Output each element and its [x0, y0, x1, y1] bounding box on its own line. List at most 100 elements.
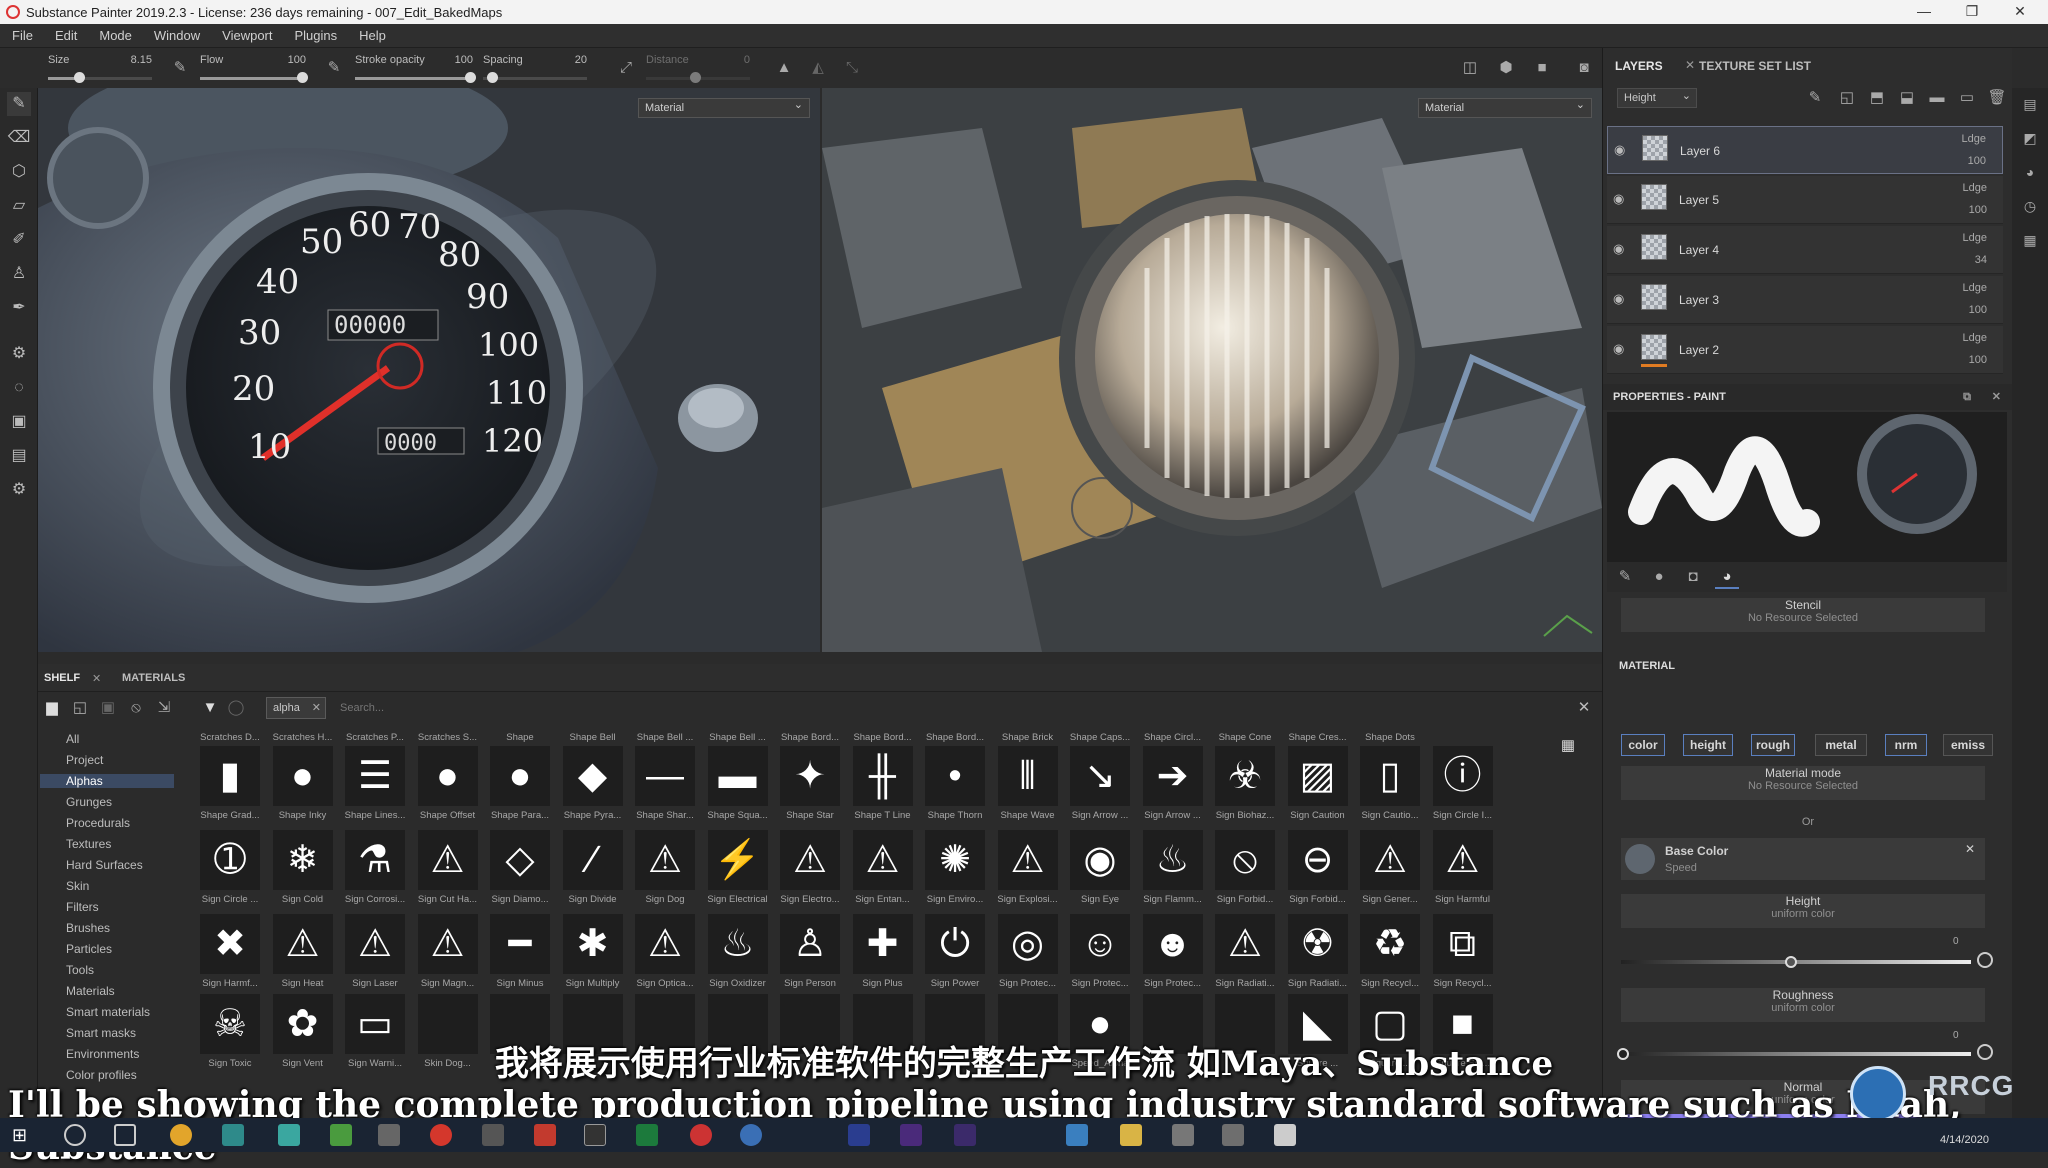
- filter-tag-alpha[interactable]: alpha ✕: [266, 697, 326, 719]
- shelf-item[interactable]: ◎ Sign Protec...: [994, 914, 1062, 998]
- shelf-item[interactable]: ➔ Sign Arrow ...: [1139, 746, 1207, 830]
- shelf-item[interactable]: ● Shape Offset: [414, 746, 482, 830]
- shelf-item[interactable]: ⚠ Sign Gener...: [1356, 830, 1424, 914]
- export-icon[interactable]: ▤: [7, 444, 31, 468]
- app-icon[interactable]: [1066, 1124, 1088, 1146]
- height-value[interactable]: 0: [1953, 936, 1959, 947]
- size-value[interactable]: 8.15: [131, 54, 152, 66]
- shelf-item[interactable]: ◇ Sign Diamo...: [486, 830, 554, 914]
- height-section[interactable]: Height uniform color: [1621, 894, 1985, 928]
- blend-mode[interactable]: Ldge: [1963, 232, 1987, 244]
- shelf-item[interactable]: • Shape Thorn: [921, 746, 989, 830]
- photoshop-export-icon[interactable]: ▣: [7, 410, 31, 434]
- remove-filter-icon[interactable]: ✕: [312, 698, 321, 718]
- size-slider[interactable]: Size 8.15: [48, 52, 152, 84]
- projection-icon[interactable]: ⬡: [7, 160, 31, 184]
- visibility-eye-icon[interactable]: ◉: [1613, 240, 1631, 258]
- tab-materials[interactable]: MATERIALS: [122, 672, 185, 684]
- polygon-fill-icon[interactable]: ▱: [7, 194, 31, 218]
- clear-resource-icon[interactable]: ✕: [1965, 842, 1975, 856]
- channel-height-button[interactable]: height: [1683, 734, 1733, 756]
- delete-item-icon[interactable]: ▣: [96, 696, 120, 720]
- shelf-item[interactable]: ↘ Sign Arrow ...: [1066, 746, 1134, 830]
- distance-slider[interactable]: Distance 0: [646, 52, 750, 84]
- shelf-item[interactable]: ▯ Sign Cautio...: [1356, 746, 1424, 830]
- import-icon[interactable]: ⇲: [152, 696, 176, 720]
- channel-select[interactable]: Height ⌄: [1617, 88, 1697, 108]
- category-skin[interactable]: Skin: [66, 879, 89, 893]
- paint-brush-icon[interactable]: ✎: [7, 92, 31, 116]
- shelf-item[interactable]: ⚠ Sign Laser: [341, 914, 409, 998]
- texture-set-icon[interactable]: ◩: [2020, 128, 2040, 148]
- category-materials[interactable]: Materials: [66, 984, 115, 998]
- channel-nrm-button[interactable]: nrm: [1885, 734, 1927, 756]
- file-explorer-icon[interactable]: [1120, 1124, 1142, 1146]
- bake-icon[interactable]: ⚙: [7, 342, 31, 366]
- shelf-item[interactable]: ✚ Sign Plus: [849, 914, 917, 998]
- eraser-icon[interactable]: ⌫: [7, 126, 31, 150]
- display-settings-icon[interactable]: ◕: [2020, 162, 2040, 182]
- clear-search-icon[interactable]: ✕: [1572, 696, 1596, 720]
- layer-row[interactable]: ◉ Layer 6 Ldge 100: [1607, 126, 2003, 174]
- app-icon[interactable]: [330, 1124, 352, 1146]
- shelf-item[interactable]: ⚠ Sign Electro...: [776, 830, 844, 914]
- app-icon[interactable]: [378, 1124, 400, 1146]
- log-icon[interactable]: ▦: [2020, 230, 2040, 250]
- category-procedurals[interactable]: Procedurals: [66, 816, 130, 830]
- blend-mode[interactable]: Ldge: [1963, 282, 1987, 294]
- menu-edit[interactable]: Edit: [55, 28, 77, 43]
- maya-icon-2[interactable]: [278, 1124, 300, 1146]
- blend-mode[interactable]: Ldge: [1963, 332, 1987, 344]
- shelf-item[interactable]: ▬ Shape Squa...: [704, 746, 772, 830]
- search-icon[interactable]: [64, 1124, 86, 1146]
- close-properties-icon[interactable]: ✕: [1992, 384, 2001, 410]
- shelf-item[interactable]: ⚠ Sign Dog: [631, 830, 699, 914]
- shelf-item[interactable]: ☢ Sign Radiati...: [1284, 914, 1352, 998]
- chrome-icon[interactable]: [170, 1124, 192, 1146]
- roughness-section[interactable]: Roughness uniform color: [1621, 988, 1985, 1022]
- viewport-right-channel-select[interactable]: Material: [1418, 96, 1592, 118]
- shelf-item[interactable]: ⚠ Sign Magn...: [414, 914, 482, 998]
- tab-texture-set-list[interactable]: TEXTURE SET LIST: [1699, 52, 1811, 80]
- shelf-item[interactable]: ➀ Sign Circle ...: [196, 830, 264, 914]
- layer-row[interactable]: ◉ Layer 5 Ldge 100: [1607, 176, 2003, 224]
- delete-layer-icon[interactable]: 🗑: [1985, 86, 2009, 110]
- app-icon[interactable]: [1222, 1124, 1244, 1146]
- layer-row[interactable]: ◉ Layer 2 Ldge 100: [1607, 326, 2003, 374]
- save-search-icon[interactable]: ◯: [224, 696, 248, 720]
- shelf-item[interactable]: ⚠ Sign Heat: [269, 914, 337, 998]
- split-view-icon[interactable]: ◫: [1458, 56, 1482, 80]
- shelf-item[interactable]: ⚠ Sign Explosi...: [994, 830, 1062, 914]
- add-mask-icon[interactable]: ◱: [1835, 86, 1859, 110]
- substance-painter-icon[interactable]: [430, 1124, 452, 1146]
- screenshot-icon[interactable]: ◙: [1572, 56, 1596, 80]
- shelf-item[interactable]: ❄ Sign Cold: [269, 830, 337, 914]
- shelf-item[interactable]: ⚠ Sign Entan...: [849, 830, 917, 914]
- shelf-item[interactable]: ✦ Shape Star: [776, 746, 844, 830]
- shelf-item[interactable]: ⏻ Sign Power: [921, 914, 989, 998]
- app-icon[interactable]: [534, 1124, 556, 1146]
- shelf-item[interactable]: ⚡ Sign Electrical: [704, 830, 772, 914]
- visibility-eye-icon[interactable]: ◉: [1613, 290, 1631, 308]
- channel-emiss-button[interactable]: emiss: [1943, 734, 1993, 756]
- stencil-tab-icon[interactable]: ◘: [1681, 565, 1705, 589]
- tab-shelf[interactable]: SHELF: [44, 672, 80, 684]
- symmetry-icon[interactable]: ▲: [772, 56, 796, 80]
- app-icon[interactable]: [690, 1124, 712, 1146]
- shelf-item[interactable]: ✱ Sign Multiply: [559, 914, 627, 998]
- hide-icon[interactable]: ⦸: [124, 696, 148, 720]
- blend-mode[interactable]: Ldge: [1962, 133, 1986, 145]
- app-icon[interactable]: [1172, 1124, 1194, 1146]
- add-layer-icon[interactable]: ⬒: [1865, 86, 1889, 110]
- alpha-tab-icon[interactable]: ●: [1647, 565, 1671, 589]
- flow-pressure-icon[interactable]: ✎: [322, 56, 346, 80]
- channel-color-button[interactable]: color: [1621, 734, 1665, 756]
- history-icon[interactable]: ◷: [2020, 196, 2040, 216]
- spacing-value[interactable]: 20: [575, 54, 587, 66]
- base-color-section[interactable]: Base Color Speed ✕: [1621, 838, 1985, 880]
- category-smart-materials[interactable]: Smart materials: [66, 1005, 150, 1019]
- new-item-icon[interactable]: ◱: [68, 696, 92, 720]
- view-mode-3d-icon[interactable]: ⬢: [1494, 56, 1518, 80]
- shelf-item[interactable]: ╫ Shape T Line: [849, 746, 917, 830]
- shelf-item[interactable]: ⦸ Sign Forbid...: [1211, 830, 1279, 914]
